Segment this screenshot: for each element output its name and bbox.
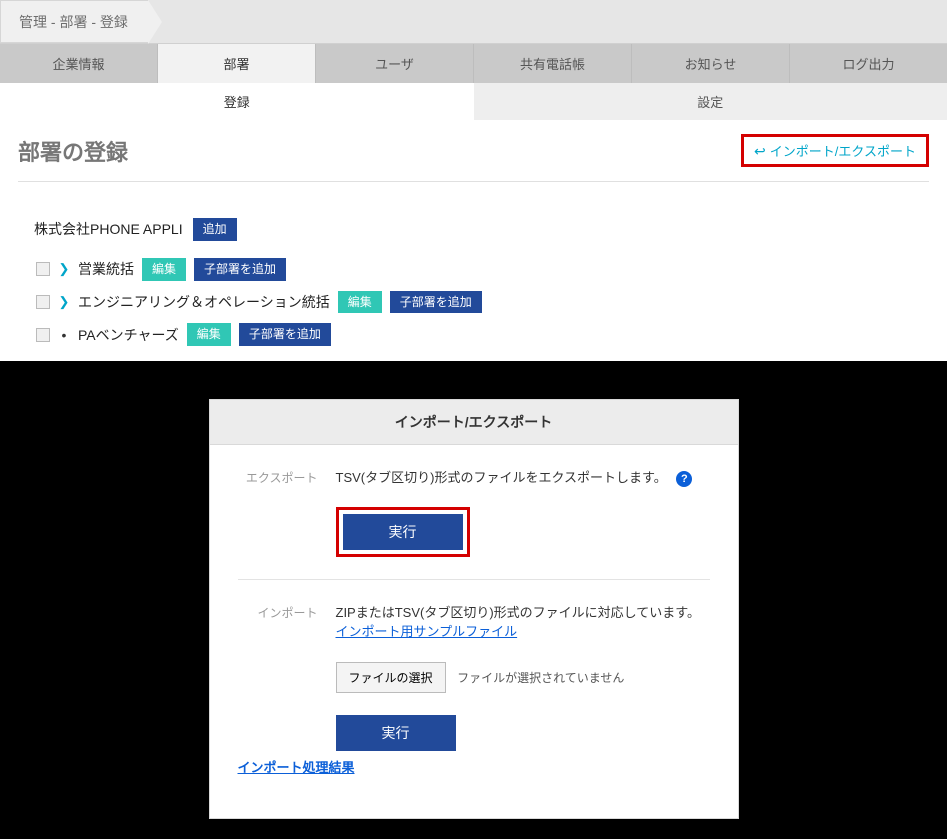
breadcrumb: 管理 - 部署 - 登録	[0, 0, 148, 43]
tree-item-label[interactable]: PAベンチャーズ	[78, 325, 179, 345]
tree-row: ❯ 営業統括 編集 子部署を追加	[34, 253, 923, 286]
tab-department[interactable]: 部署	[158, 44, 316, 83]
department-tree: 株式会社PHONE APPLI 追加 ❯ 営業統括 編集 子部署を追加 ❯ エン…	[18, 182, 929, 361]
import-exec-button[interactable]: 実行	[336, 715, 456, 751]
tab-user[interactable]: ユーザ	[316, 44, 474, 83]
page-title: 部署の登録	[18, 135, 128, 167]
import-sample-link[interactable]: インポート用サンプルファイル	[336, 624, 518, 639]
file-select-button[interactable]: ファイルの選択	[336, 662, 446, 693]
tree-row: ❯ エンジニアリング＆オペレーション統括 編集 子部署を追加	[34, 286, 923, 319]
breadcrumb-text: 管理 - 部署 - 登録	[19, 12, 128, 32]
edit-button[interactable]: 編集	[338, 291, 382, 314]
tree-root: 株式会社PHONE APPLI 追加	[34, 218, 923, 241]
panel-title: インポート/エクスポート	[210, 400, 738, 445]
export-label: エクスポート	[238, 467, 318, 486]
import-result-link[interactable]: インポート処理結果	[238, 757, 710, 776]
tree-row: • PAベンチャーズ 編集 子部署を追加	[34, 318, 923, 351]
edit-button[interactable]: 編集	[187, 323, 231, 346]
chevron-right-icon[interactable]: ❯	[58, 261, 70, 277]
admin-page: 管理 - 部署 - 登録 企業情報 部署 ユーザ 共有電話帳 お知らせ ログ出力…	[0, 0, 947, 361]
help-icon[interactable]: ?	[676, 471, 692, 487]
reply-arrow-icon: ↩	[754, 144, 766, 158]
checkbox-icon[interactable]	[36, 295, 50, 309]
add-button[interactable]: 追加	[193, 218, 237, 241]
spacer	[0, 819, 947, 839]
tab-notice[interactable]: お知らせ	[632, 44, 790, 83]
add-child-button[interactable]: 子部署を追加	[239, 323, 331, 346]
import-export-link-label: インポート/エクスポート	[770, 141, 916, 160]
add-child-button[interactable]: 子部署を追加	[194, 258, 286, 281]
panel-body: エクスポート TSV(タブ区切り)形式のファイルをエクスポートします。 ? 実行…	[210, 445, 738, 818]
tree-item-label[interactable]: 営業統括	[78, 259, 134, 279]
tab-company-info[interactable]: 企業情報	[0, 44, 158, 83]
checkbox-icon[interactable]	[36, 262, 50, 276]
subtab-register[interactable]: 登録	[0, 83, 474, 120]
breadcrumb-bar: 管理 - 部署 - 登録	[0, 0, 947, 44]
import-export-link[interactable]: ↩ インポート/エクスポート	[741, 134, 929, 167]
spacer	[0, 361, 947, 399]
sub-tabs: 登録 設定	[0, 83, 947, 120]
tree-root-label: 株式会社PHONE APPLI	[34, 219, 183, 239]
page-header: 部署の登録 ↩ インポート/エクスポート	[18, 134, 929, 182]
tab-shared-phonebook[interactable]: 共有電話帳	[474, 44, 632, 83]
export-section: エクスポート TSV(タブ区切り)形式のファイルをエクスポートします。 ? 実行	[238, 467, 710, 579]
tree-children: ❯ 営業統括 編集 子部署を追加 ❯ エンジニアリング＆オペレーション統括 編集…	[34, 253, 923, 351]
main-tabs: 企業情報 部署 ユーザ 共有電話帳 お知らせ ログ出力	[0, 44, 947, 83]
import-export-panel: インポート/エクスポート エクスポート TSV(タブ区切り)形式のファイルをエク…	[209, 399, 739, 819]
checkbox-icon[interactable]	[36, 328, 50, 342]
breadcrumb-arrow-icon	[148, 0, 162, 44]
add-child-button[interactable]: 子部署を追加	[390, 291, 482, 314]
no-file-text: ファイルが選択されていません	[457, 671, 624, 685]
chevron-right-icon[interactable]: ❯	[58, 294, 70, 310]
import-section: インポート ZIPまたはTSV(タブ区切り)形式のファイルに対応しています。 イ…	[238, 579, 710, 798]
export-description: TSV(タブ区切り)形式のファイルをエクスポートします。	[336, 470, 667, 485]
import-description: ZIPまたはTSV(タブ区切り)形式のファイルに対応しています。	[336, 602, 710, 621]
page-body: 部署の登録 ↩ インポート/エクスポート 株式会社PHONE APPLI 追加 …	[0, 120, 947, 361]
export-exec-button[interactable]: 実行	[343, 514, 463, 550]
import-label: インポート	[238, 602, 318, 621]
bullet-icon: •	[58, 327, 70, 343]
subtab-settings[interactable]: 設定	[474, 83, 947, 120]
export-exec-highlight: 実行	[336, 507, 470, 557]
tab-log-output[interactable]: ログ出力	[790, 44, 947, 83]
tree-item-label[interactable]: エンジニアリング＆オペレーション統括	[78, 292, 330, 312]
edit-button[interactable]: 編集	[142, 258, 186, 281]
